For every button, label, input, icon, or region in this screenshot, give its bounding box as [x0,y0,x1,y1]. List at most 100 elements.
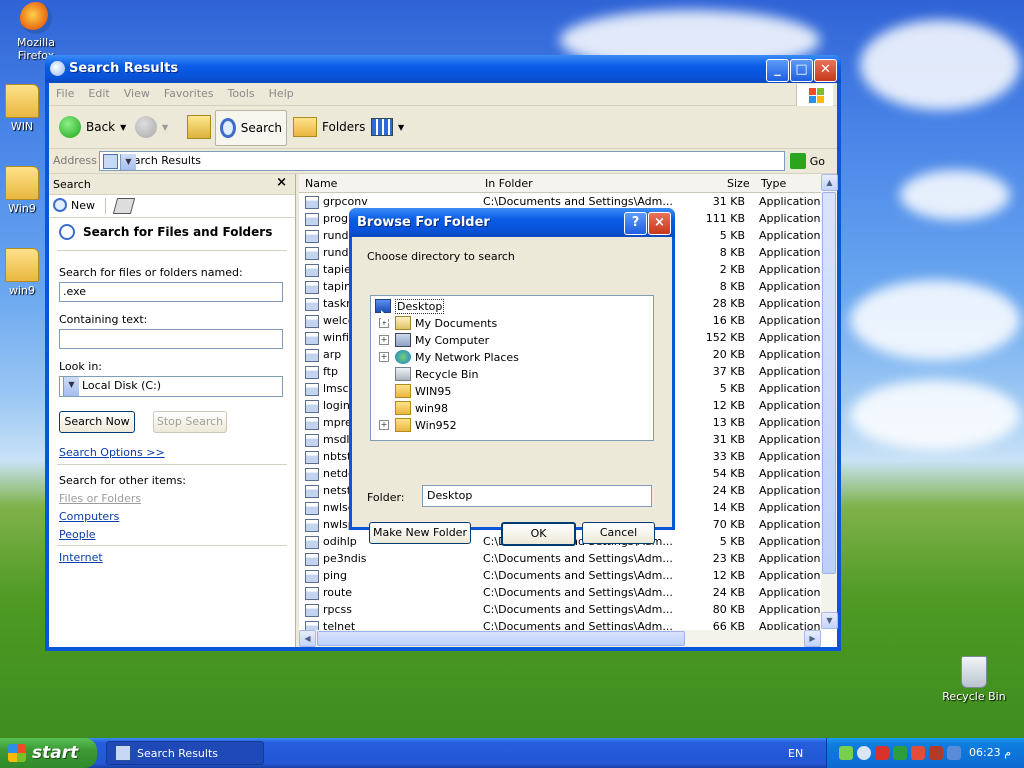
file-size: 8 KB [719,246,745,259]
desktop-icon-recycle-bin[interactable]: Recycle Bin [938,656,1010,703]
minimize-button[interactable]: _ [766,59,789,82]
people-link[interactable]: People [59,528,96,541]
dialog-close-button[interactable]: × [648,212,671,235]
internet-link[interactable]: Internet [59,551,103,564]
address-dropdown-button[interactable]: ▼ [120,154,136,170]
tree-item[interactable]: Desktop [375,298,445,314]
tray-security-icon[interactable] [875,746,889,760]
chevron-down-icon[interactable]: ▼ [120,123,126,132]
scroll-down-button[interactable]: ▼ [821,612,838,629]
tree-expand-button[interactable]: + [379,352,389,362]
maximize-button[interactable]: □ [790,59,813,82]
make-new-folder-button[interactable]: Make New Folder [369,522,471,544]
forward-button[interactable]: ▼ [131,110,172,144]
chevron-down-icon[interactable]: ▼ [63,377,79,396]
tray-messenger-icon[interactable] [857,746,871,760]
search-pane-close-button[interactable]: × [276,175,287,190]
scroll-right-button[interactable]: ▶ [804,630,821,647]
tray-shield-icon[interactable] [911,746,925,760]
desktop-icon-win9[interactable]: Win9 [0,166,46,215]
desktop-icon-win9-2[interactable]: win9 [0,248,46,297]
menu-favorites[interactable]: Favorites [157,83,221,104]
table-row[interactable]: rpcss C:\Documents and Settings\Adm... 80 … [299,601,821,618]
history-icon[interactable] [112,198,136,214]
cancel-button[interactable]: Cancel [582,522,655,544]
language-indicator[interactable]: EN [788,747,803,760]
application-icon [305,569,319,583]
tree-item[interactable]: Win952 [395,417,457,433]
table-row[interactable]: route C:\Documents and Settings\Adm... 24 … [299,584,821,601]
desktop-icon-firefox[interactable]: Mozilla Firefox [0,2,72,62]
window-titlebar[interactable]: Search Results _ □ ✕ [45,55,841,83]
search-button[interactable]: Search [215,110,287,146]
tray-antivirus-icon[interactable] [929,746,943,760]
folder-tree[interactable]: Desktop My Documents + My Computer + My Netwo… [370,295,654,441]
chevron-down-icon[interactable]: ▼ [162,123,168,132]
chevron-down-icon[interactable]: ▼ [398,123,404,132]
desktop-icon-label: Recycle Bin [942,690,1006,703]
desktop-icon-win[interactable]: WIN [0,84,46,133]
divider [57,464,287,465]
tree-item[interactable]: My Network Places [395,349,519,365]
vertical-scrollbar[interactable]: ▲ ▼ [821,174,838,629]
tray-volume-icon[interactable] [947,746,961,760]
new-search-button[interactable]: New [53,198,95,212]
tree-item[interactable]: win98 [395,400,448,416]
dialog-titlebar[interactable]: Browse For Folder ? × [349,208,675,237]
stop-search-button[interactable]: Stop Search [153,411,227,433]
column-in-folder[interactable]: In Folder [485,177,533,190]
horizontal-scrollbar[interactable]: ◀ ▶ [299,630,821,647]
tree-item[interactable]: Recycle Bin [395,366,478,382]
named-input[interactable]: .exe [59,282,283,302]
horizontal-scroll-thumb[interactable] [317,631,685,646]
column-name[interactable]: Name [305,177,337,190]
named-label: Search for files or folders named: [59,266,243,279]
vertical-scroll-thumb[interactable] [822,192,836,574]
tree-item-label: win98 [415,401,449,415]
menu-tools[interactable]: Tools [221,83,262,104]
views-button[interactable]: ▼ [367,110,408,144]
cloud [850,380,1020,450]
up-folder-button[interactable] [183,110,215,144]
column-type[interactable]: Type [761,177,786,190]
menu-edit[interactable]: Edit [81,83,116,104]
help-button[interactable]: ? [624,212,647,235]
menu-file[interactable]: File [49,83,81,104]
menu-view[interactable]: View [117,83,157,104]
files-or-folders-link[interactable]: Files or Folders [59,492,141,505]
search-options-link[interactable]: Search Options >> [59,446,165,459]
back-button[interactable]: Back ▼ [55,110,130,144]
taskbar-item-search-results[interactable]: Search Results [106,741,264,765]
application-icon [305,314,319,328]
application-icon [305,586,319,600]
tray-app-icon[interactable] [839,746,853,760]
computers-link[interactable]: Computers [59,510,119,523]
start-button[interactable]: start [0,738,97,768]
address-field[interactable]: Search Results ▼ [99,151,785,171]
scroll-left-button[interactable]: ◀ [299,630,316,647]
column-size[interactable]: Size [727,177,750,190]
scroll-up-button[interactable]: ▲ [821,174,838,191]
menu-help[interactable]: Help [262,83,301,104]
tree-item[interactable]: My Documents [395,315,497,331]
tray-network-icon[interactable] [893,746,907,760]
windows-logo [796,84,833,106]
recycle-bin-icon [961,656,987,688]
tree-item[interactable]: My Computer [395,332,489,348]
lookin-select[interactable]: Local Disk (C:) ▼ [59,376,283,397]
tree-expand-button[interactable]: + [379,335,389,345]
table-row[interactable]: pe3ndis C:\Documents and Settings\Adm... 2… [299,550,821,567]
file-size: 16 KB [712,314,745,327]
containing-input[interactable] [59,329,283,349]
search-now-button[interactable]: Search Now [59,411,135,433]
go-button[interactable]: Go [789,153,825,169]
ok-button[interactable]: OK [501,522,576,546]
tree-item[interactable]: WIN95 [395,383,451,399]
folders-button[interactable]: Folders [289,110,369,144]
clock[interactable]: 06:23 م [969,746,1011,759]
table-row[interactable]: ping C:\Documents and Settings\Adm... 12 K… [299,567,821,584]
close-button[interactable]: ✕ [814,59,837,82]
folder-input[interactable]: Desktop [422,485,652,507]
tree-expand-button[interactable]: + [379,420,389,430]
recycle-bin-icon [395,367,411,381]
